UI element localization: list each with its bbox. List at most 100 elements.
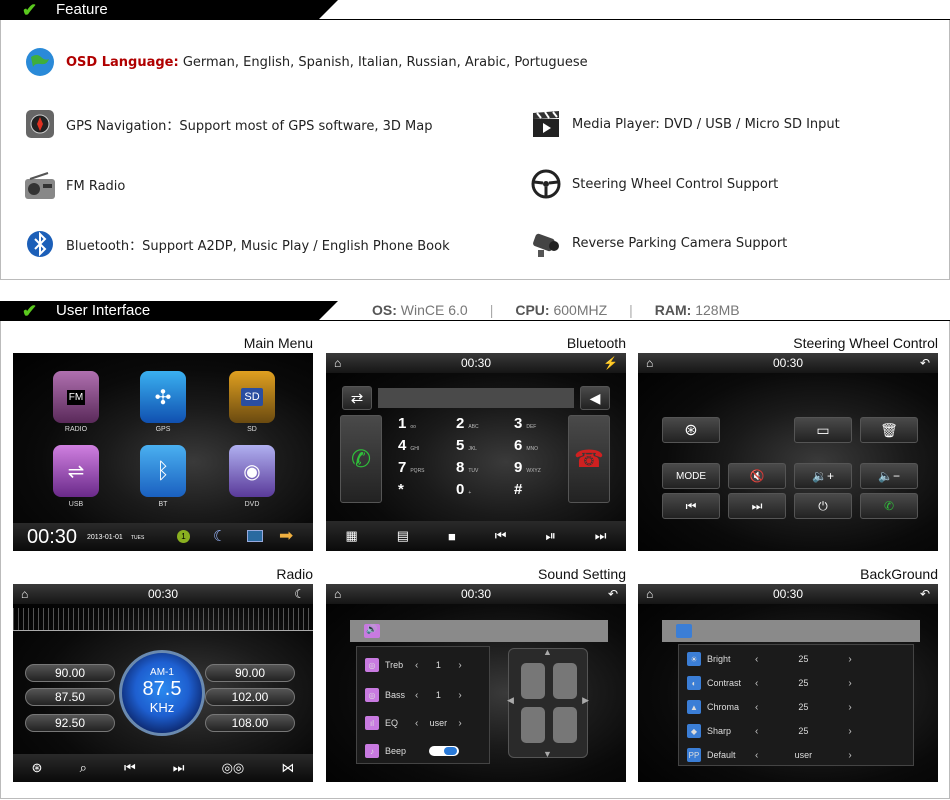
preset-right-3[interactable]: 108.00 bbox=[205, 714, 295, 732]
back-icon[interactable]: ↶ bbox=[920, 353, 930, 373]
frequency-dial: AM-1 87.5 KHz bbox=[119, 650, 205, 736]
beep-row[interactable]: ♪ Beep bbox=[357, 739, 489, 763]
wallpaper-icon[interactable] bbox=[247, 530, 263, 542]
steering-learn-button[interactable]: ⊛ bbox=[662, 417, 720, 443]
contrast-row[interactable]: ◐ Contrast ‹ 25 › bbox=[679, 671, 913, 695]
seek-back-icon[interactable]: ⏮ bbox=[124, 760, 136, 776]
next-button[interactable]: ⏭ bbox=[728, 493, 786, 519]
dialpad-icon[interactable]: ▦ bbox=[345, 528, 357, 544]
phonebook-icon[interactable]: ▤ bbox=[397, 528, 409, 544]
chroma-row[interactable]: ▲ Chroma ‹ 25 › bbox=[679, 695, 913, 719]
play-pause-icon[interactable]: ⏯ bbox=[545, 528, 555, 544]
eq-next[interactable]: › bbox=[458, 718, 461, 729]
bass-increase[interactable]: › bbox=[458, 690, 461, 701]
home-icon[interactable]: ⌂ bbox=[21, 584, 28, 604]
sound-header-bar: 🔊 bbox=[350, 620, 608, 642]
eq-row[interactable]: ıl EQ ‹ user › bbox=[357, 711, 489, 735]
hangup-button[interactable]: ☎ bbox=[568, 415, 610, 503]
volume-down-button[interactable]: 🔈− bbox=[860, 463, 918, 489]
preset-right-1[interactable]: 90.00 bbox=[205, 664, 295, 682]
dial-key[interactable]: 9 WXYZ bbox=[514, 459, 564, 476]
bass-icon: ◎ bbox=[365, 688, 379, 702]
dial-key[interactable]: 1 oo bbox=[398, 415, 448, 432]
chroma-increase[interactable]: › bbox=[848, 702, 851, 713]
seek-forward-icon[interactable]: ⏭ bbox=[173, 760, 185, 776]
treble-increase[interactable]: › bbox=[458, 660, 461, 671]
bt-app-button[interactable]: ᛒ bbox=[140, 445, 186, 497]
sync-button[interactable]: ⇄ bbox=[342, 386, 372, 410]
previous-icon[interactable]: ⏮ bbox=[495, 528, 507, 544]
next-page-icon[interactable]: ➡ bbox=[279, 526, 293, 546]
feature-title: Feature bbox=[56, 1, 108, 18]
home-icon[interactable]: ⌂ bbox=[334, 353, 341, 373]
stop-icon[interactable]: ■ bbox=[448, 529, 456, 544]
preset-left-2[interactable]: 87.50 bbox=[25, 688, 115, 706]
stereo-icon[interactable]: ◎◎ bbox=[222, 760, 245, 776]
display-icon bbox=[676, 624, 692, 638]
tuning-scale[interactable] bbox=[13, 608, 313, 630]
bright-increase[interactable]: › bbox=[848, 654, 851, 665]
volume-up-button[interactable]: 🔉+ bbox=[794, 463, 852, 489]
search-icon[interactable]: ⌕ bbox=[80, 760, 87, 776]
answer-button[interactable]: ✆ bbox=[860, 493, 918, 519]
preset-left-1[interactable]: 90.00 bbox=[25, 664, 115, 682]
scan-icon[interactable]: ⋈ bbox=[281, 760, 294, 776]
mode-button[interactable]: MODE bbox=[662, 463, 720, 489]
dial-key[interactable]: 8 TUV bbox=[456, 459, 506, 476]
clear-button[interactable]: 🗑 bbox=[860, 417, 918, 443]
home-icon[interactable]: ⌂ bbox=[646, 584, 653, 604]
check-icon: ✔ bbox=[22, 301, 38, 321]
balance-left-arrow[interactable]: ◀ bbox=[507, 695, 514, 706]
gps-text: GPS Navigation：Support most of GPS softw… bbox=[66, 118, 433, 134]
fade-down-arrow[interactable]: ▼ bbox=[543, 749, 552, 759]
moon-icon[interactable]: ☾ bbox=[294, 584, 305, 604]
home-icon[interactable]: ⌂ bbox=[646, 353, 653, 373]
bass-row[interactable]: ◎ Bass ‹ 1 › bbox=[357, 683, 489, 707]
fade-up-arrow[interactable]: ▲ bbox=[543, 647, 552, 657]
back-icon[interactable]: ↶ bbox=[920, 584, 930, 604]
feature-osd: OSD Language: German, English, Spanish, … bbox=[24, 46, 588, 78]
contrast-increase[interactable]: › bbox=[848, 678, 851, 689]
back-icon[interactable]: ↶ bbox=[608, 584, 618, 604]
seat-balance-pad[interactable]: ▲ ▼ ◀ ▶ bbox=[507, 647, 589, 759]
sharp-row[interactable]: ◆ Sharp ‹ 25 › bbox=[679, 719, 913, 743]
backspace-button[interactable]: ◀ bbox=[580, 386, 610, 410]
call-button[interactable]: ✆ bbox=[340, 415, 382, 503]
band-icon[interactable]: ⊛ bbox=[32, 760, 43, 776]
dvd-app-button[interactable]: ◉ bbox=[229, 445, 275, 497]
dial-key[interactable]: 4 GHI bbox=[398, 437, 448, 454]
dial-key[interactable]: 2 ABC bbox=[456, 415, 506, 432]
dial-key[interactable]: 0 + bbox=[456, 481, 506, 498]
balance-right-arrow[interactable]: ▶ bbox=[582, 695, 589, 706]
usb-app-button[interactable]: ⇌ bbox=[53, 445, 99, 497]
preset-right-2[interactable]: 102.00 bbox=[205, 688, 295, 706]
dial-key[interactable]: * bbox=[398, 481, 448, 498]
sd-app-button[interactable]: SD bbox=[229, 371, 275, 423]
dial-key[interactable]: 6 MNO bbox=[514, 437, 564, 454]
next-icon[interactable]: ⏭ bbox=[595, 528, 607, 544]
dial-key[interactable]: # bbox=[514, 481, 564, 498]
ram-value: 128MB bbox=[695, 302, 740, 318]
home-icon[interactable]: ⌂ bbox=[334, 584, 341, 604]
power-button[interactable]: ⏻ bbox=[794, 493, 852, 519]
save-button[interactable]: ▭ bbox=[794, 417, 852, 443]
preset-left-3[interactable]: 92.50 bbox=[25, 714, 115, 732]
dial-key[interactable]: 7 PQRS bbox=[398, 459, 448, 476]
beep-toggle[interactable] bbox=[429, 746, 459, 756]
radio-app-button[interactable]: FM bbox=[53, 371, 99, 423]
night-mode-icon[interactable]: ☾ bbox=[213, 527, 226, 545]
cpu-label: CPU: bbox=[515, 302, 550, 318]
default-next[interactable]: › bbox=[848, 750, 851, 761]
dial-key[interactable]: 5 JKL bbox=[456, 437, 506, 454]
gps-app-button[interactable]: ✣ bbox=[140, 371, 186, 423]
sharp-increase[interactable]: › bbox=[848, 726, 851, 737]
dial-key[interactable]: 3 DEF bbox=[514, 415, 564, 432]
mute-button[interactable]: 🔇 bbox=[728, 463, 786, 489]
sound-screen: ⌂ 00:30 ↶ 🔊 ◎ Treb ‹ 1 › ◎ Bass ‹ 1 › ıl… bbox=[326, 584, 626, 782]
default-row[interactable]: PP Default ‹ user › bbox=[679, 743, 913, 767]
globe-icon bbox=[24, 46, 56, 78]
treble-row[interactable]: ◎ Treb ‹ 1 › bbox=[357, 653, 489, 677]
brightness-icon: ☀ bbox=[687, 652, 701, 666]
bright-row[interactable]: ☀ Bright ‹ 25 › bbox=[679, 647, 913, 671]
previous-button[interactable]: ⏮ bbox=[662, 493, 720, 519]
